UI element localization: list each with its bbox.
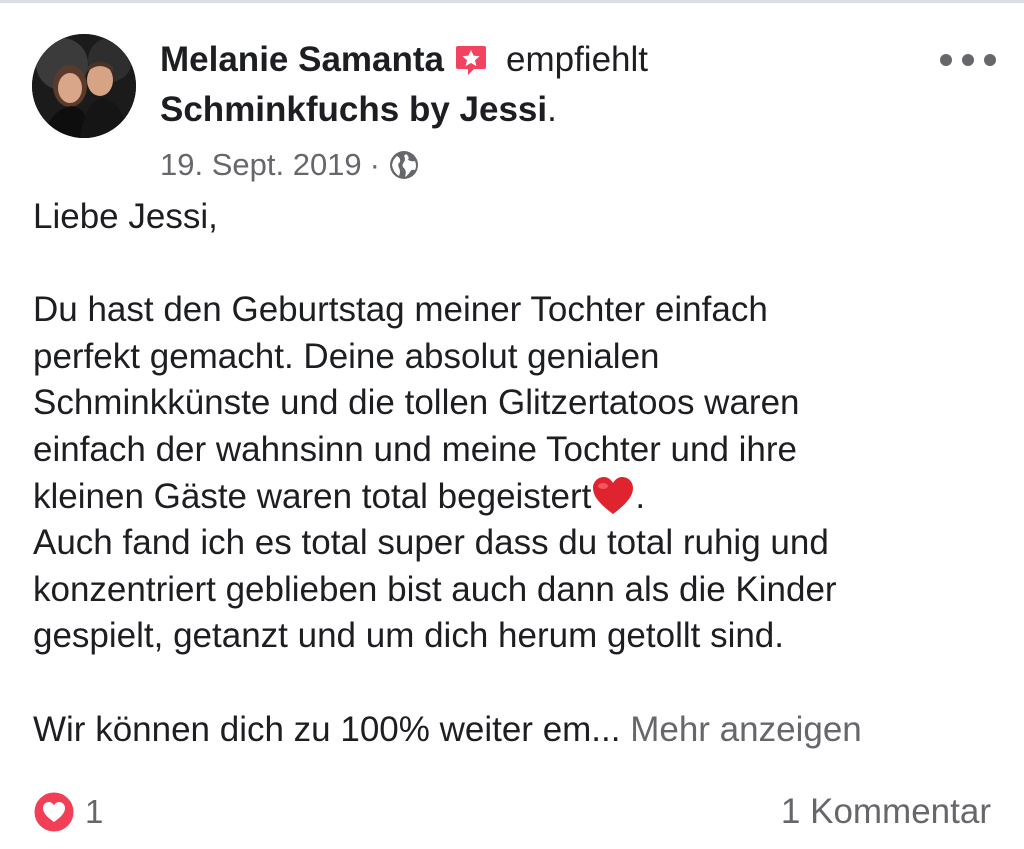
- post-header: Melanie Samanta empfiehlt: [160, 38, 648, 82]
- body-line-with-emoji: kleinen Gäste waren total begeistert.: [33, 474, 1003, 521]
- reaction-count: 1: [85, 793, 104, 830]
- body-line: konzentriert geblieben bist auch dann al…: [33, 569, 837, 609]
- post-meta: 19. Sept. 2019 ·: [160, 147, 420, 183]
- post-body: Liebe Jessi, Du hast den Geburtstag mein…: [33, 194, 1003, 753]
- emoji-suffix: .: [635, 476, 646, 516]
- body-line: Schminkkünste und die tollen Glitzertato…: [33, 383, 800, 423]
- body-line: perfekt gemacht. Deine absolut genialen: [33, 336, 660, 376]
- post-date[interactable]: 19. Sept. 2019: [160, 147, 362, 183]
- recommendation-star-icon: [454, 43, 488, 77]
- recommends-label: empfiehlt: [506, 40, 649, 79]
- body-line: einfach der wahnsinn und meine Tochter u…: [33, 429, 798, 469]
- body-line: Auch fand ich es total super dass du tot…: [33, 523, 829, 563]
- meta-separator: ·: [369, 147, 380, 182]
- avatar[interactable]: [32, 34, 136, 138]
- globe-icon[interactable]: [388, 149, 420, 181]
- body-line: gespielt, getanzt und um dich herum geto…: [33, 616, 784, 656]
- author-name[interactable]: Melanie Samanta: [160, 40, 444, 80]
- ellipsis-dot: [940, 54, 952, 66]
- reactions[interactable]: 1: [33, 790, 103, 834]
- page-link[interactable]: Schminkfuchs by Jessi: [160, 90, 547, 129]
- top-divider: [0, 0, 1024, 3]
- see-more-link[interactable]: Mehr anzeigen: [630, 710, 862, 749]
- truncated-line: Wir können dich zu 100% weiter em... Meh…: [33, 707, 1003, 754]
- body-line: kleinen Gäste waren total begeistert: [33, 476, 592, 516]
- ellipsis-icon[interactable]: [940, 44, 996, 76]
- page-suffix: .: [547, 90, 557, 129]
- love-reaction-icon: [33, 791, 75, 833]
- recommended-page: Schminkfuchs by Jessi.: [160, 90, 557, 130]
- greeting: Liebe Jessi,: [33, 197, 218, 236]
- ellipsis-dot: [962, 54, 974, 66]
- ellipsis-dot: [984, 54, 996, 66]
- red-heart-emoji-icon: [591, 476, 635, 516]
- comments-count[interactable]: 1 Kommentar: [781, 790, 991, 834]
- truncated-text: Wir können dich zu 100% weiter em...: [33, 709, 621, 749]
- body-line: Du hast den Geburtstag meiner Tochter ei…: [33, 290, 768, 330]
